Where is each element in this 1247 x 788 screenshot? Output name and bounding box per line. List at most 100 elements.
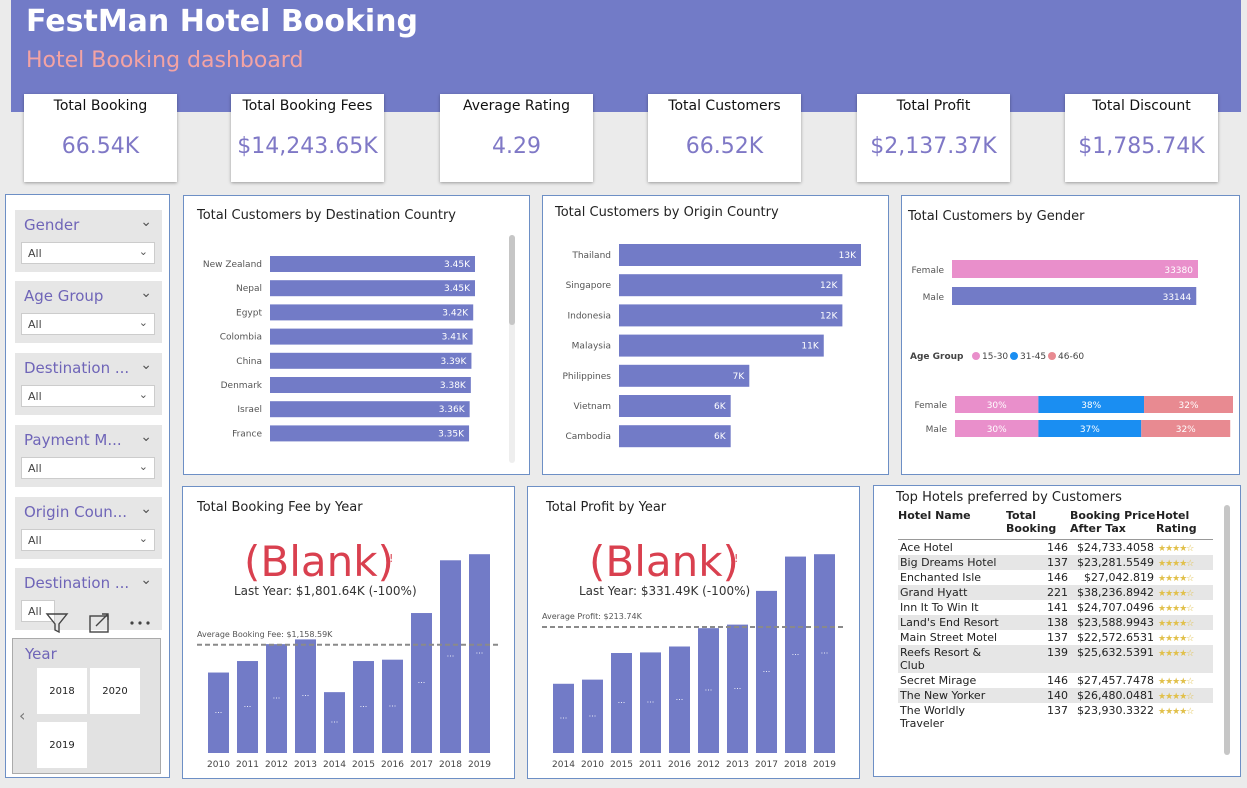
dropdown-value: All — [28, 605, 42, 618]
scrollbar[interactable] — [509, 235, 515, 463]
table-row[interactable]: The New Yorker 140 $26,480.0481 ★★★★☆ — [898, 688, 1213, 703]
table-row[interactable]: Secret Mirage 146 $27,457.7478 ★★★★☆ — [898, 673, 1213, 688]
kpi-total-discount[interactable]: Total Discount $1,785.74K — [1065, 94, 1218, 182]
star-rating-icon: ★★★★☆ — [1158, 544, 1194, 554]
slicer-label: Origin Coun... — [24, 503, 128, 521]
bar — [619, 304, 843, 327]
star-rating-icon: ★★★★☆ — [1158, 677, 1194, 687]
kpi-value: $1,785.74K — [1078, 134, 1205, 159]
table-row[interactable]: Inn It To Win It 141 $24,707.0496 ★★★★☆ — [898, 600, 1213, 615]
chevron-down-icon[interactable]: ⌄ — [140, 357, 152, 373]
chart-title: Total Customers by Origin Country — [555, 205, 779, 220]
price-cell: $27,457.7478 — [1077, 674, 1154, 687]
category-label: Male — [923, 293, 945, 303]
table-row[interactable]: Reefs Resort & Club 139 $25,632.5391 ★★★★☆ — [898, 645, 1213, 673]
chevron-down-icon[interactable]: ⌄ — [140, 429, 152, 445]
kpi-total-booking-fees[interactable]: Total Booking Fees $14,243.65K — [231, 94, 384, 182]
slicer-gender[interactable]: Gender ⌄ All ⌄ — [15, 210, 162, 272]
data-label: 11K — [801, 342, 819, 352]
kpi-value: 4.29 — [492, 134, 541, 159]
category-label: Egypt — [236, 308, 262, 318]
table-row[interactable]: Main Street Motel 137 $22,572.6531 ★★★★☆ — [898, 630, 1213, 645]
chevron-down-icon[interactable]: ⌄ — [140, 285, 152, 301]
x-tick-label: 2012 — [265, 760, 288, 770]
category-label: Female — [914, 401, 947, 411]
hotels-table: Hotel Name Total Booking Booking Price A… — [898, 509, 1213, 731]
slicer-destination[interactable]: Destination ... ⌄ All ⌄ — [15, 353, 162, 415]
last-year-label: Last Year: $331.49K (-100%) — [579, 584, 750, 598]
star-rating-icon: ★★★★☆ — [1158, 634, 1194, 644]
scrollbar-thumb[interactable] — [509, 235, 515, 325]
table-row[interactable]: Enchanted Isle 146 $27,042.819 ★★★★☆ — [898, 570, 1213, 585]
chevron-down-icon[interactable]: ⌄ — [140, 572, 152, 588]
more-options-icon[interactable] — [130, 621, 150, 625]
table-row[interactable]: The Worldly Traveler 137 $23,930.3322 ★★★★☆ — [898, 703, 1213, 731]
table-row[interactable]: Ace Hotel 146 $24,733.4058 ★★★★☆ — [898, 540, 1213, 556]
data-label: ... — [589, 709, 597, 718]
hotel-name-cell: Land's End Resort — [898, 615, 1006, 630]
kpi-total-booking[interactable]: Total Booking 66.54K — [24, 94, 177, 182]
slicer-label: Destination ... — [24, 574, 130, 592]
kpi-value: $14,243.65K — [237, 134, 378, 159]
last-year-label: Last Year: $1,801.64K (-100%) — [234, 584, 417, 598]
chevron-down-icon[interactable]: ⌄ — [140, 214, 152, 230]
x-tick-label: 2010 — [581, 760, 604, 770]
blank-indicator: (Blank) — [244, 537, 394, 586]
column-header[interactable]: Hotel Rating — [1156, 509, 1213, 540]
total-booking-cell: 139 — [1006, 645, 1070, 673]
slicer-origin-country[interactable]: Origin Coun... ⌄ All ⌄ — [15, 497, 162, 559]
data-label: ... — [331, 716, 339, 725]
category-label: Vietnam — [573, 402, 611, 412]
x-tick-label: 2010 — [207, 760, 230, 770]
alert-icon: ! — [389, 552, 393, 565]
price-cell: $25,632.5391 — [1070, 645, 1156, 673]
chart-title: Total Customers by Destination Country — [197, 208, 456, 223]
focus-mode-icon[interactable] — [89, 613, 109, 633]
chevron-down-icon[interactable]: ⌄ — [140, 501, 152, 517]
slicer-label: Gender — [24, 216, 80, 234]
slicer-payment-method[interactable]: Payment M... ⌄ All ⌄ — [15, 425, 162, 487]
rating-cell: ★★★★☆ — [1156, 555, 1213, 570]
chevron-left-icon[interactable]: ‹ — [19, 706, 25, 725]
year-tile[interactable]: 2019 — [37, 722, 87, 768]
table-title: Top Hotels preferred by Customers — [896, 490, 1122, 505]
filter-icon[interactable] — [45, 613, 69, 634]
column-header[interactable]: Booking Price After Tax — [1070, 509, 1156, 540]
legend-marker — [1048, 352, 1056, 360]
table-row[interactable]: Land's End Resort 138 $23,588.9943 ★★★★☆ — [898, 615, 1213, 630]
x-tick-label: 2018 — [439, 760, 462, 770]
star-rating-icon: ★★★★☆ — [1158, 649, 1194, 659]
column-header[interactable]: Total Booking — [1006, 509, 1070, 540]
table-row[interactable]: Big Dreams Hotel 137 $23,281.5549 ★★★★☆ — [898, 555, 1213, 570]
kpi-total-customers[interactable]: Total Customers 66.52K — [648, 94, 801, 182]
kpi-total-profit[interactable]: Total Profit $2,137.37K — [857, 94, 1010, 182]
slicer-dropdown[interactable]: All ⌄ — [21, 385, 155, 407]
slicer-dropdown[interactable]: All ⌄ — [21, 242, 155, 264]
slicer-dropdown[interactable]: All ⌄ — [21, 457, 155, 479]
slicer-dropdown[interactable]: All ⌄ — [21, 529, 155, 551]
year-tile[interactable]: 2020 — [90, 668, 140, 714]
data-label: 3.35K — [438, 429, 465, 439]
legend-marker — [972, 352, 980, 360]
scrollbar-thumb[interactable] — [1224, 505, 1230, 755]
slicer-age-group[interactable]: Age Group ⌄ All ⌄ — [15, 281, 162, 343]
average-line-label: Average Profit: $213.74K — [542, 612, 643, 621]
price-cell: $23,281.5549 — [1070, 555, 1156, 570]
data-label: ... — [676, 693, 684, 702]
data-label: ... — [792, 648, 800, 657]
column-header[interactable]: Hotel Name — [898, 509, 1006, 540]
data-label: ... — [560, 711, 568, 720]
rating-cell: ★★★★☆ — [1156, 540, 1213, 556]
year-tile[interactable]: 2018 — [37, 668, 87, 714]
data-label: ... — [389, 699, 397, 708]
star-rating-icon: ★★★★☆ — [1158, 604, 1194, 614]
data-label: 32% — [1179, 401, 1199, 411]
table-row[interactable]: Grand Hyatt 221 $38,236.8942 ★★★★☆ — [898, 585, 1213, 600]
star-rating-icon: ★★★★☆ — [1158, 619, 1194, 629]
data-label: ... — [476, 647, 484, 656]
data-label: 3.36K — [439, 405, 466, 415]
price-cell: $26,480.0481 — [1070, 688, 1156, 703]
slicer-dropdown[interactable]: All ⌄ — [21, 313, 155, 335]
kpi-average-rating[interactable]: Average Rating 4.29 — [440, 94, 593, 182]
category-label: Malaysia — [572, 342, 611, 352]
